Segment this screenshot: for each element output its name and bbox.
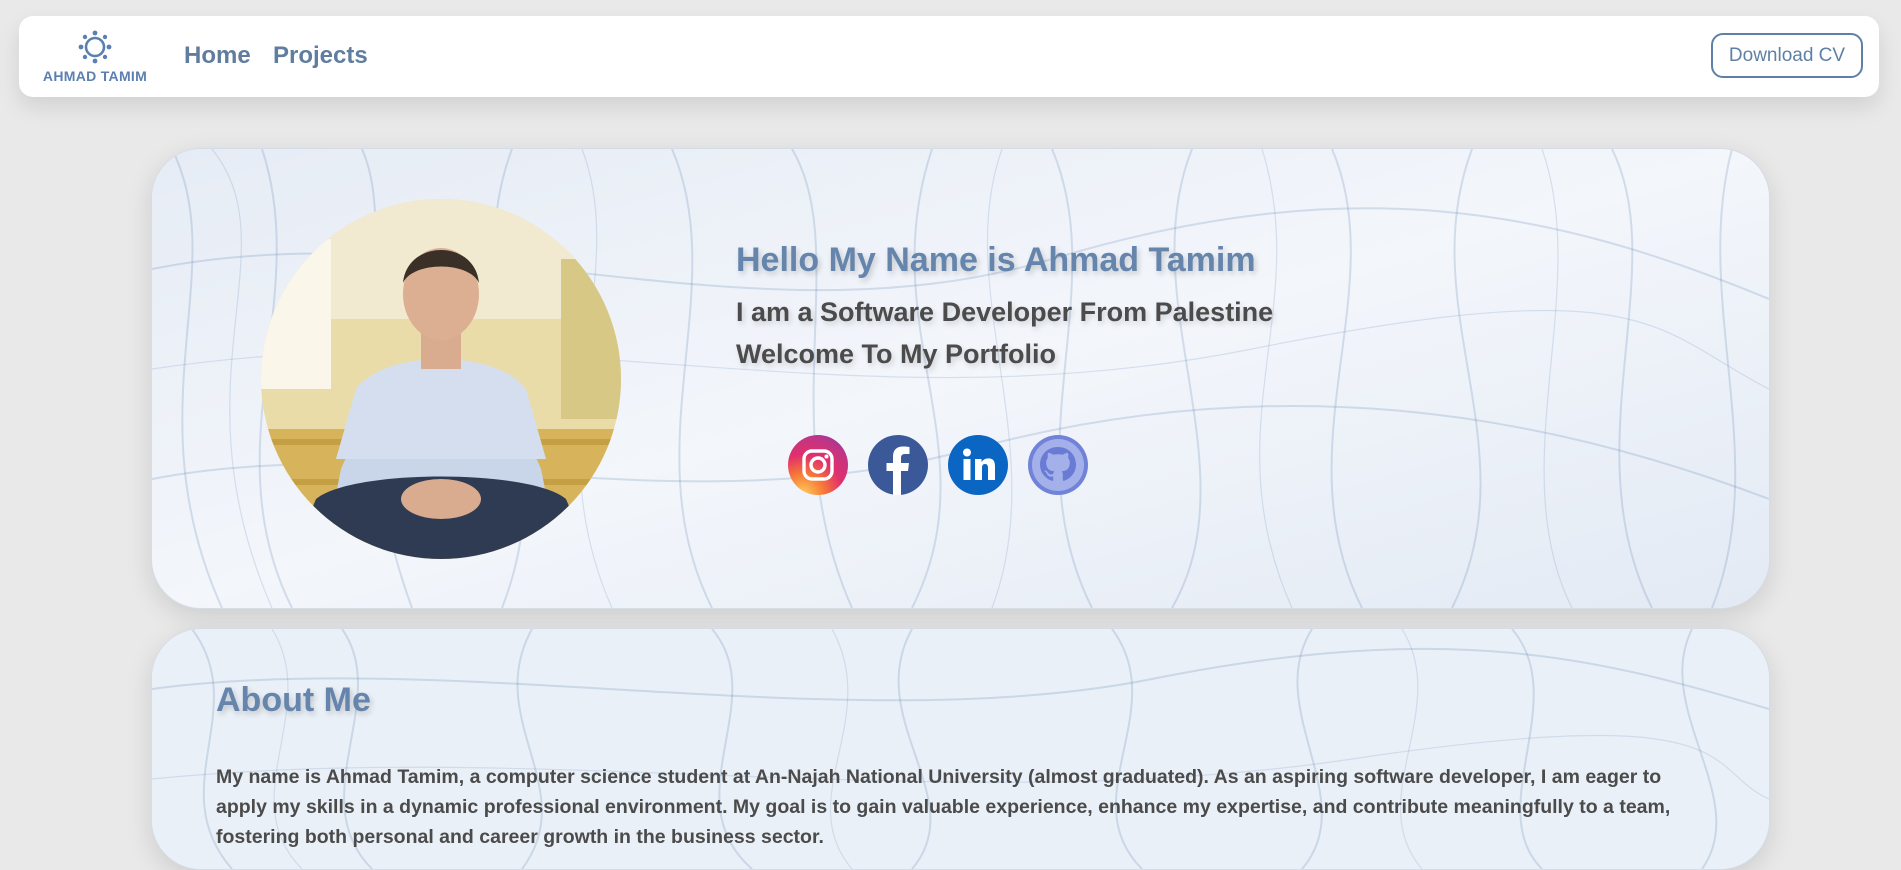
linkedin-link[interactable] (948, 435, 1008, 495)
hero-welcome: Welcome To My Portfolio (736, 339, 1057, 369)
logo-text: AHMAD TAMIM (42, 68, 148, 84)
hero-subtitle: I am a Software Developer From Palestine (736, 297, 1274, 327)
logo-mark-icon (78, 30, 112, 64)
download-cv-button[interactable]: Download CV (1711, 33, 1863, 78)
about-text: My name is Ahmad Tamim, a computer scien… (216, 766, 1671, 848)
nav-link-home[interactable]: Home (184, 42, 251, 70)
facebook-link[interactable] (868, 435, 928, 495)
linkedin-icon (948, 435, 1008, 495)
instagram-link[interactable] (788, 435, 848, 495)
hero-title: Hello My Name is Ahmad Tamim (736, 241, 1256, 279)
hero-card: Hello My Name is Ahmad Tamim I am a Soft… (151, 148, 1770, 609)
github-icon (1028, 435, 1088, 495)
github-link[interactable] (1028, 435, 1088, 495)
profile-photo (261, 199, 621, 559)
about-title: About Me (216, 681, 371, 719)
logo[interactable]: AHMAD TAMIM (33, 30, 157, 86)
facebook-icon (868, 435, 928, 495)
navbar: AHMAD TAMIM Home Projects Download CV (19, 16, 1879, 97)
about-card: About Me My name is Ahmad Tamim, a compu… (151, 628, 1770, 870)
instagram-icon (788, 435, 848, 495)
nav-link-projects[interactable]: Projects (273, 42, 368, 70)
